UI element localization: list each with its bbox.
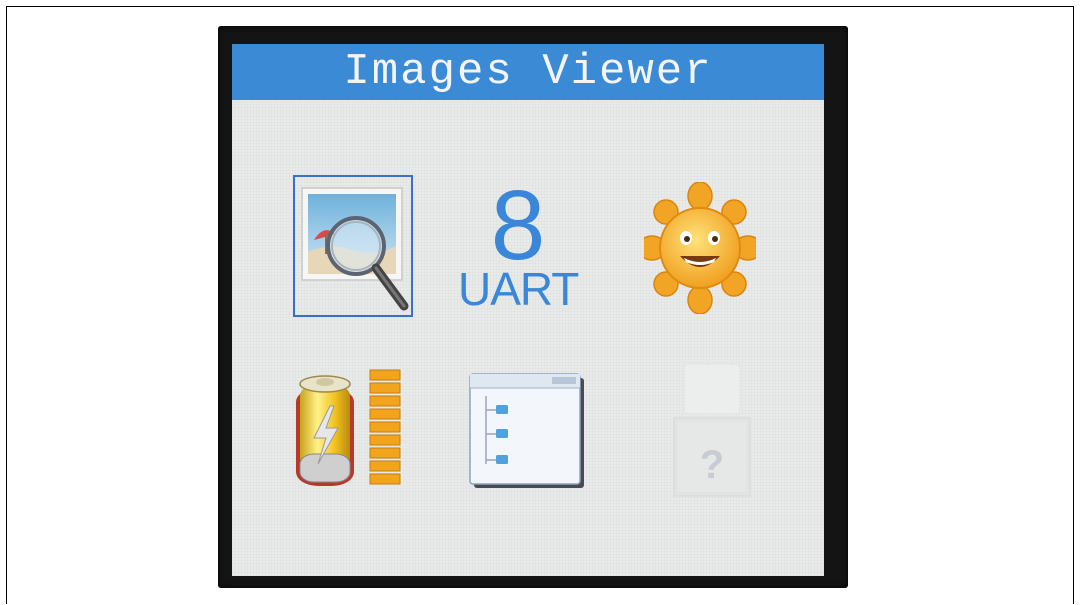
screen-title: Images Viewer xyxy=(343,47,713,97)
folder-tree-window-icon xyxy=(469,373,584,488)
svg-text:?: ? xyxy=(700,443,724,487)
uart-label: UART xyxy=(458,263,579,315)
settings-tile[interactable] xyxy=(637,181,763,315)
question-mark-icon: ? xyxy=(673,363,751,497)
title-bar: Images Viewer xyxy=(232,44,824,100)
file-browser-tile[interactable] xyxy=(468,372,586,490)
battery-tile[interactable] xyxy=(292,366,408,490)
uart-tile[interactable]: 8 UART xyxy=(458,170,579,316)
lcd-screen: Images Viewer 8 UART ? xyxy=(232,44,824,576)
sun-smiley-icon xyxy=(637,181,763,315)
battery-level-icon xyxy=(296,369,401,486)
help-tile[interactable]: ? xyxy=(668,360,758,500)
magnifier-over-picture-icon xyxy=(293,175,413,317)
image-viewer-tile[interactable] xyxy=(292,174,414,320)
uart-number: 8 xyxy=(490,170,546,280)
